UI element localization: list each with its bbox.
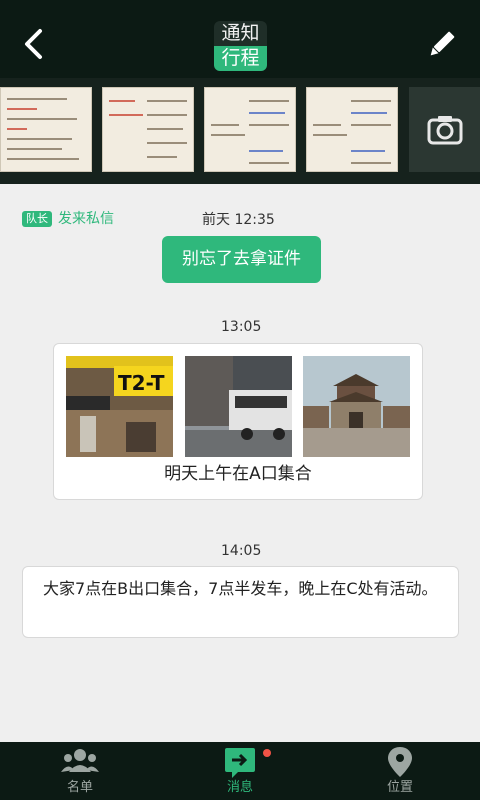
thumbnail-itinerary-document-4[interactable] <box>306 87 398 172</box>
photo-street-bus[interactable] <box>185 356 292 457</box>
text-message-body: 大家7点在B出口集合，7点半发车，晚上在C处有活动。 <box>43 579 438 598</box>
edit-button[interactable] <box>424 26 460 62</box>
photo-ancient-gate[interactable] <box>303 356 410 457</box>
bottom-tab-bar: 名单 消息 位置 <box>0 742 480 800</box>
private-message-bubble[interactable]: 别忘了去拿证件 <box>162 236 321 283</box>
tab-roster-label: 名单 <box>66 780 93 795</box>
street-bus-photo <box>185 356 292 457</box>
top-bar: 通知 行程 <box>0 0 480 78</box>
pencil-icon <box>430 31 455 56</box>
text-message-card[interactable]: 大家7点在B出口集合，7点半发车，晚上在C处有活动。 <box>22 566 459 638</box>
title-itinerary: 行程 <box>214 46 267 71</box>
people-icon <box>61 749 99 772</box>
photo-message-card[interactable]: T2-T 明天上午在A口集合 <box>53 343 423 500</box>
location-pin-icon <box>388 747 412 777</box>
tab-messages-label: 消息 <box>226 780 253 795</box>
thumbnail-itinerary-document-1[interactable] <box>0 87 92 172</box>
title-notice: 通知 <box>214 21 267 46</box>
thumbnail-itinerary-document-2[interactable] <box>102 87 194 172</box>
private-message-label: 发来私信 <box>58 211 114 227</box>
tab-messages[interactable]: 消息 <box>160 742 320 800</box>
back-arrow-icon <box>25 29 42 59</box>
unread-badge <box>263 749 271 757</box>
captain-tag: 队长 <box>22 211 52 227</box>
tab-roster[interactable]: 名单 <box>0 742 160 800</box>
photo-strip <box>0 78 480 184</box>
airport-sign-photo: T2-T <box>66 356 173 457</box>
message-list[interactable]: 队长 发来私信 前天 12:35 别忘了去拿证件 13:05 T2-T 明天上午… <box>0 184 480 742</box>
message-time: 14:05 <box>221 543 262 559</box>
message-icon <box>225 748 255 778</box>
thumbnail-itinerary-document-3[interactable] <box>204 87 296 172</box>
add-photo-button[interactable] <box>409 87 480 172</box>
back-button[interactable] <box>18 24 50 64</box>
message-time: 前天 12:35 <box>202 212 275 228</box>
ancient-gate-photo <box>303 356 410 457</box>
photo-message-caption: 明天上午在A口集合 <box>164 464 312 484</box>
tab-location[interactable]: 位置 <box>320 742 480 800</box>
photo-airport-sign[interactable]: T2-T <box>66 356 173 457</box>
tab-location-label: 位置 <box>386 780 413 795</box>
svg-text:T2-T: T2-T <box>118 371 165 395</box>
page-title-badge: 通知 行程 <box>214 21 267 71</box>
message-time: 13:05 <box>221 319 262 335</box>
camera-icon <box>427 116 463 145</box>
